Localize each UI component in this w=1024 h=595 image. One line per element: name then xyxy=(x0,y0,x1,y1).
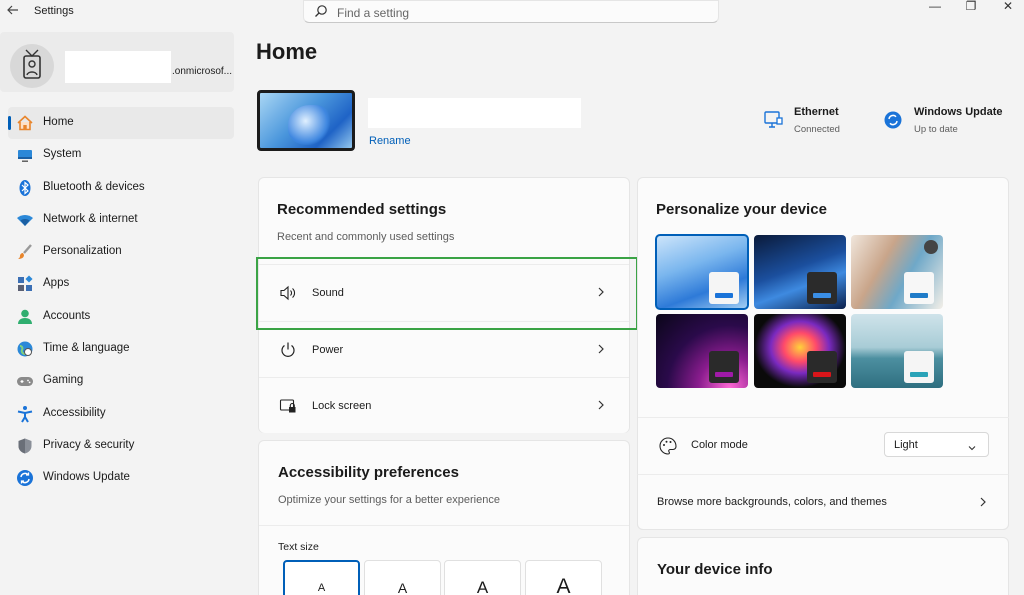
close-button[interactable]: ✕ xyxy=(997,0,1019,14)
text-size-option-large[interactable]: A xyxy=(444,560,521,595)
highlight-box xyxy=(256,257,638,330)
text-size-label: Text size xyxy=(278,541,319,553)
sidebar-item-bluetooth[interactable]: Bluetooth & devices xyxy=(8,172,234,204)
status-subtitle: Connected xyxy=(794,124,840,135)
browse-themes-row[interactable]: Browse more backgrounds, colors, and the… xyxy=(637,474,1009,530)
sidebar-nav: Home System Bluetooth & devices Network … xyxy=(8,107,234,495)
row-label: Lock screen xyxy=(312,400,372,412)
update-icon xyxy=(884,110,904,130)
title-bar: Settings Find a setting — ❐ ✕ xyxy=(0,0,1024,24)
sidebar-item-label: Apps xyxy=(43,277,70,290)
accessibility-icon xyxy=(16,405,34,423)
sidebar-item-accessibility[interactable]: Accessibility xyxy=(8,398,234,430)
card-title: Personalize your device xyxy=(656,201,827,218)
card-title: Recommended settings xyxy=(277,201,447,218)
theme-tile-flow[interactable] xyxy=(754,314,846,388)
sidebar-item-label: System xyxy=(43,148,82,161)
account-email: .onmicrosof... xyxy=(172,66,233,77)
sidebar-item-privacy[interactable]: Privacy & security xyxy=(8,430,234,462)
back-arrow-icon[interactable] xyxy=(6,3,24,19)
lock-screen-icon xyxy=(279,397,297,415)
sidebar-item-label: Privacy & security xyxy=(43,438,135,451)
card-title: Accessibility preferences xyxy=(278,464,459,481)
theme-tile-sunrise[interactable] xyxy=(851,314,943,388)
restore-button[interactable]: ❐ xyxy=(960,0,982,14)
text-size-option-small[interactable]: A xyxy=(283,560,360,595)
avatar xyxy=(10,44,54,88)
sidebar-item-personalization[interactable]: Personalization xyxy=(8,236,234,268)
sidebar-item-label: Accessibility xyxy=(43,406,106,419)
color-mode-label: Color mode xyxy=(691,439,748,451)
row-label: Power xyxy=(312,344,344,356)
gamepad-icon xyxy=(16,372,34,390)
sidebar-item-label: Network & internet xyxy=(43,212,138,225)
sidebar-item-label: Gaming xyxy=(43,374,84,387)
update-icon xyxy=(16,469,34,487)
sidebar-item-apps[interactable]: Apps xyxy=(8,268,234,300)
sidebar-item-label: Bluetooth & devices xyxy=(43,180,145,193)
bluetooth-icon xyxy=(16,179,34,197)
sidebar-item-label: Personalization xyxy=(43,245,122,258)
redacted-device-info xyxy=(368,98,581,128)
search-placeholder: Find a setting xyxy=(337,6,410,20)
status-title: Windows Update xyxy=(914,106,1003,118)
system-icon xyxy=(16,146,34,164)
text-size-option-xlarge[interactable]: A xyxy=(525,560,602,595)
sidebar-item-label: Accounts xyxy=(43,309,91,322)
theme-tile-captured-motion[interactable] xyxy=(656,314,748,388)
status-subtitle: Up to date xyxy=(914,124,958,135)
sidebar-item-label: Home xyxy=(43,116,74,128)
status-title: Ethernet xyxy=(794,106,839,118)
color-mode-value: Light xyxy=(894,439,918,451)
app-title: Settings xyxy=(34,5,74,17)
redacted-name xyxy=(65,51,171,83)
chevron-right-icon xyxy=(978,495,988,509)
ethernet-icon xyxy=(764,110,784,130)
card-title: Your device info xyxy=(657,561,773,578)
theme-tile-windows-dark[interactable] xyxy=(754,235,846,309)
device-wallpaper-thumbnail xyxy=(257,90,355,151)
network-icon xyxy=(16,211,34,229)
active-indicator xyxy=(8,116,11,130)
text-size-sample: A xyxy=(397,580,408,595)
card-subtitle: Recent and commonly used settings xyxy=(277,231,455,243)
chevron-right-icon xyxy=(596,342,606,356)
sidebar-item-network[interactable]: Network & internet xyxy=(8,204,234,236)
minimize-button[interactable]: — xyxy=(924,0,946,14)
text-size-sample: A xyxy=(556,575,571,595)
apps-icon xyxy=(16,275,34,293)
theme-tile-glow[interactable] xyxy=(851,235,943,309)
search-box[interactable]: Find a setting xyxy=(303,0,719,23)
browse-themes-label: Browse more backgrounds, colors, and the… xyxy=(657,496,887,508)
color-mode-dropdown[interactable]: Light xyxy=(884,432,989,457)
accounts-icon xyxy=(16,308,34,326)
card-subtitle: Optimize your settings for a better expe… xyxy=(278,494,500,506)
sidebar-item-accounts[interactable]: Accounts xyxy=(8,301,234,333)
sidebar-item-label: Time & language xyxy=(43,342,130,355)
sidebar-item-label: Windows Update xyxy=(43,471,130,484)
search-icon xyxy=(314,4,328,18)
lock-screen-row[interactable]: Lock screen xyxy=(259,377,629,433)
text-size-sample: A xyxy=(317,582,326,594)
sidebar-item-system[interactable]: System xyxy=(8,139,234,171)
palette-icon xyxy=(658,436,678,456)
sidebar-item-home[interactable]: Home xyxy=(8,107,234,139)
sidebar-item-gaming[interactable]: Gaming xyxy=(8,365,234,397)
globe-icon xyxy=(16,340,34,358)
chevron-right-icon xyxy=(596,398,606,412)
power-icon xyxy=(279,341,297,359)
brush-icon xyxy=(16,243,34,261)
shield-icon xyxy=(16,437,34,455)
rename-link[interactable]: Rename xyxy=(369,135,411,147)
sidebar-item-windows-update[interactable]: Windows Update xyxy=(8,462,234,494)
sidebar-item-time-language[interactable]: Time & language xyxy=(8,333,234,365)
text-size-option-medium[interactable]: A xyxy=(364,560,441,595)
device-info-card[interactable]: Your device info xyxy=(637,537,1009,595)
text-size-sample: A xyxy=(476,578,489,595)
theme-tile-windows-light[interactable] xyxy=(655,234,749,310)
home-icon xyxy=(16,114,34,132)
page-title: Home xyxy=(256,39,318,64)
chevron-down-icon xyxy=(968,440,976,451)
theme-badge-icon xyxy=(924,240,938,254)
